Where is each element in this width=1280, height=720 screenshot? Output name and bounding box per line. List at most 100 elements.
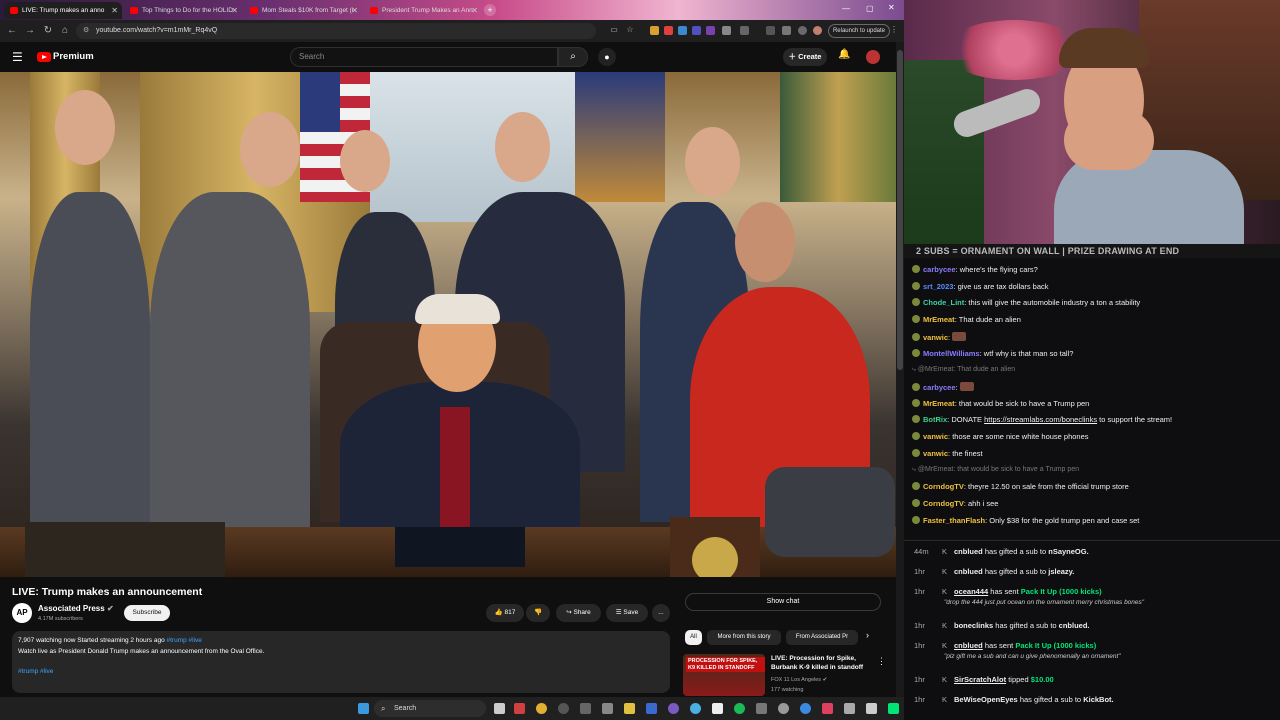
subscribe-button[interactable]: Subscribe [124, 605, 170, 621]
chat-username[interactable]: CorndogTV [923, 482, 964, 491]
event-username[interactable]: cnblued [954, 547, 983, 556]
chat-username[interactable]: MrEmeat [923, 315, 955, 324]
account-avatar[interactable] [866, 50, 880, 64]
spotify-icon[interactable] [734, 703, 745, 714]
cast-icon[interactable]: ▭ [608, 25, 620, 34]
chat-link[interactable]: https://streamlabs.com/boneclinks [984, 415, 1097, 424]
chat-username[interactable]: MrEmeat [923, 399, 955, 408]
downloads-icon[interactable] [782, 26, 791, 35]
chat-username[interactable]: MontellWilliams [923, 349, 980, 358]
chat-username[interactable]: srt_2023 [923, 282, 953, 291]
taskbar-search[interactable]: ⌕ Search [374, 700, 486, 717]
chip-more-from-story[interactable]: More from this story [707, 630, 781, 645]
chat-username[interactable]: vanwic [923, 432, 948, 441]
voice-search-button[interactable]: ● [598, 48, 616, 66]
search-input[interactable]: Search [290, 47, 558, 67]
show-chat-button[interactable]: Show chat [685, 593, 881, 611]
create-button[interactable]: ＋ Create [783, 48, 827, 66]
like-button[interactable]: 👍 817 [486, 604, 524, 622]
event-username[interactable]: boneclinks [954, 621, 993, 630]
home-icon[interactable]: ⌂ [59, 25, 71, 36]
event-target[interactable]: nSayneOG. [1048, 547, 1088, 556]
close-tab-icon[interactable]: ✕ [231, 2, 238, 19]
close-tab-icon[interactable]: ✕ [351, 2, 358, 19]
extension-icon[interactable] [706, 26, 715, 35]
extension-icon[interactable] [664, 26, 673, 35]
event-username[interactable]: BeWiseOpenEyes [954, 695, 1018, 704]
hashtag-links[interactable]: #trump #live [18, 668, 53, 675]
bookmark-star-icon[interactable]: ☆ [624, 25, 636, 34]
close-tab-icon[interactable]: ✕ [111, 2, 118, 19]
taskbar-app-icon[interactable] [514, 703, 525, 714]
recommendation-channel[interactable]: FOX 11 Los Angeles ✔ [771, 677, 827, 683]
chat-username[interactable]: carbycee [923, 265, 956, 274]
reload-icon[interactable]: ↻ [42, 25, 54, 36]
notifications-bell-icon[interactable]: 🔔 [838, 49, 850, 60]
youtube-logo-icon[interactable] [37, 52, 51, 62]
chevron-right-icon[interactable]: › [866, 630, 869, 640]
chip-all[interactable]: All [685, 630, 702, 645]
extension-icon[interactable] [692, 26, 701, 35]
chat-username[interactable]: Chode_Lint [923, 298, 964, 307]
sidebar-icon[interactable] [766, 26, 775, 35]
chip-from-associated-press[interactable]: From Associated Pr [786, 630, 858, 645]
taskbar-app-icon[interactable] [580, 703, 591, 714]
channel-avatar[interactable]: AP [12, 603, 32, 623]
windows-start-icon[interactable] [358, 703, 369, 714]
chat-username[interactable]: vanwic [923, 333, 948, 342]
search-button[interactable]: ⌕ [558, 47, 588, 67]
taskbar-app-icon[interactable] [690, 703, 701, 714]
hamburger-menu-icon[interactable]: ☰ [12, 50, 23, 64]
chat-username[interactable]: CorndogTV [923, 499, 964, 508]
event-username[interactable]: cnblued [954, 641, 983, 650]
site-info-icon[interactable]: ⚙ [83, 23, 89, 39]
task-view-icon[interactable] [494, 703, 505, 714]
close-tab-icon[interactable]: ✕ [471, 2, 478, 19]
taskbar-app-icon[interactable] [778, 703, 789, 714]
taskbar-app-icon[interactable] [756, 703, 767, 714]
close-window-icon[interactable]: ✕ [888, 3, 895, 12]
taskbar-app-icon[interactable] [668, 703, 679, 714]
profile-avatar[interactable] [813, 26, 822, 35]
channel-name[interactable]: Associated Press ✔ [38, 604, 114, 613]
more-actions-button[interactable]: ... [652, 604, 670, 622]
forward-icon[interactable]: → [24, 25, 36, 36]
extension-icon[interactable] [650, 26, 659, 35]
taskbar-app-icon[interactable] [866, 703, 877, 714]
taskbar-app-icon[interactable] [712, 703, 723, 714]
chat-username[interactable]: carbycee [923, 383, 956, 392]
new-tab-button[interactable]: + [484, 4, 496, 16]
file-explorer-icon[interactable] [624, 703, 635, 714]
youtube-brand[interactable]: Premium [53, 51, 94, 62]
kick-icon[interactable] [888, 703, 899, 714]
event-target[interactable]: cnblued. [1059, 621, 1090, 630]
extension-icon[interactable] [722, 26, 731, 35]
taskbar-app-icon[interactable] [602, 703, 613, 714]
taskbar-app-icon[interactable] [844, 703, 855, 714]
more-vert-icon[interactable]: ⋮ [877, 656, 886, 667]
extension-icon[interactable] [798, 26, 807, 35]
address-bar[interactable]: ⚙ youtube.com/watch?v=m1mMr_Rq4vQ [76, 23, 596, 39]
event-target[interactable]: KickBot. [1083, 695, 1113, 704]
share-button[interactable]: ↪ Share [556, 604, 601, 622]
save-button[interactable]: ☰ Save [606, 604, 648, 622]
event-username[interactable]: cnblued [954, 567, 983, 576]
back-icon[interactable]: ← [6, 25, 18, 36]
tab-president-trump[interactable]: President Trump Makes an Ann ✕ [364, 2, 482, 19]
chat-username[interactable]: vanwic [923, 449, 948, 458]
video-player[interactable] [0, 72, 896, 577]
taskbar-app-icon[interactable] [558, 703, 569, 714]
maximize-icon[interactable]: ▢ [866, 4, 874, 13]
event-username[interactable]: SirScratchAlot [954, 675, 1006, 684]
taskbar-app-icon[interactable] [800, 703, 811, 714]
recommendation-title[interactable]: LIVE: Procession for Spike, Burbank K-9 … [771, 655, 871, 672]
extensions-puzzle-icon[interactable] [740, 26, 749, 35]
tab-holiday[interactable]: Top Things to Do for the HOLID ✕ [124, 2, 242, 19]
tab-youtube-live[interactable]: LIVE: Trump makes an anno ✕ [4, 2, 122, 19]
event-target[interactable]: jsleazy. [1048, 567, 1074, 576]
taskbar-app-icon[interactable] [822, 703, 833, 714]
chrome-icon[interactable] [536, 703, 547, 714]
dislike-button[interactable]: 👎 [526, 604, 550, 622]
minimize-icon[interactable]: — [842, 4, 850, 13]
steam-icon[interactable] [646, 703, 657, 714]
